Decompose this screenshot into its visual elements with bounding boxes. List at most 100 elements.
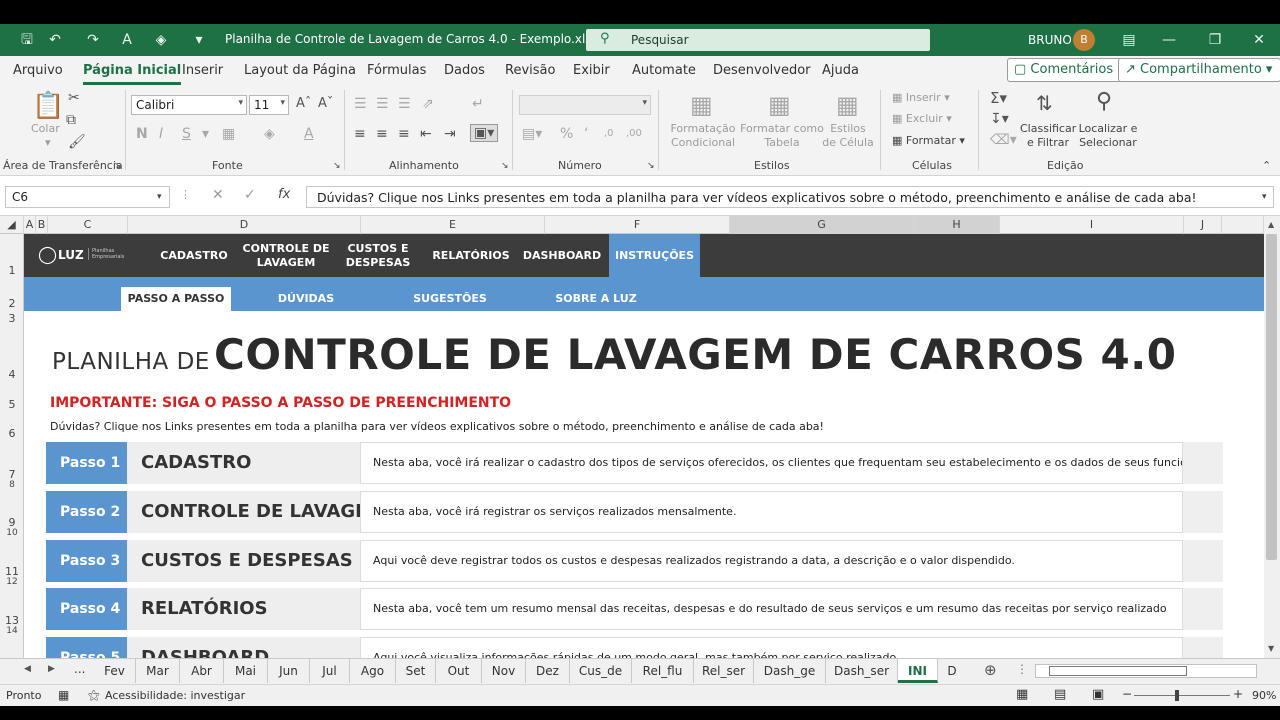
borders-icon[interactable]: ▦ bbox=[222, 126, 235, 142]
align-middle-icon[interactable]: ☰ bbox=[376, 96, 389, 112]
dialog-launcher-icon[interactable]: ↘ bbox=[114, 159, 122, 173]
decrease-decimal-icon[interactable]: ,00 bbox=[626, 126, 642, 142]
more-sheets-left[interactable]: ... bbox=[74, 662, 85, 676]
number-format-select[interactable]: ▾ bbox=[519, 95, 651, 115]
comments-button[interactable]: ▢ Comentários bbox=[1007, 58, 1123, 82]
subnav-passo-a-passo[interactable]: PASSO A PASSO bbox=[121, 287, 231, 311]
shrink-font-icon[interactable]: Aˇ bbox=[318, 96, 333, 112]
align-center-icon[interactable]: ≡ bbox=[376, 126, 388, 142]
align-bottom-icon[interactable]: ☰ bbox=[398, 96, 411, 112]
copy-icon[interactable]: ⧉ bbox=[66, 112, 76, 128]
nav-instrucoes[interactable]: INSTRUÇÕES bbox=[609, 234, 700, 277]
scroll-down-icon[interactable]: ▼ bbox=[1268, 644, 1274, 653]
expand-formula-icon[interactable]: ▾ bbox=[1262, 190, 1267, 204]
zoom-out-icon[interactable]: − bbox=[1122, 687, 1132, 701]
italic-button[interactable]: I bbox=[159, 126, 163, 142]
align-right-icon[interactable]: ≡ bbox=[398, 126, 410, 142]
customize-toolbar-icon[interactable]: ▾ bbox=[190, 31, 208, 49]
name-box[interactable]: C6 bbox=[5, 186, 170, 208]
tab-layout[interactable]: Layout da Página bbox=[244, 63, 356, 78]
column-header-g[interactable]: G bbox=[730, 216, 914, 234]
format-table-icon[interactable]: ▦ bbox=[768, 92, 791, 118]
ribbon-display-icon[interactable]: ▤ bbox=[1120, 31, 1138, 49]
nav-controle-lavagem[interactable]: CONTROLE DE LAVAGEM bbox=[238, 234, 334, 277]
chevron-down-icon[interactable]: ▾ bbox=[157, 190, 162, 204]
row-header-2[interactable]: 2 bbox=[0, 297, 24, 310]
subnav-duvidas-frequentes[interactable]: DÚVIDAS FREQUENTES bbox=[236, 287, 376, 329]
paste-icon[interactable]: 📋 bbox=[32, 92, 64, 120]
dialog-launcher-icon[interactable]: ↘ bbox=[647, 159, 655, 173]
macro-record-icon[interactable]: ▦ bbox=[58, 688, 69, 702]
row-header-1[interactable]: 1 bbox=[0, 264, 24, 277]
nav-dashboard[interactable]: DASHBOARD bbox=[520, 234, 604, 277]
cut-icon[interactable]: ✂ bbox=[68, 90, 80, 106]
select-all-corner[interactable]: ◢ bbox=[0, 216, 24, 234]
tab-pagina-inicial[interactable]: Página Inicial bbox=[83, 63, 182, 85]
nav-custos-despesas[interactable]: CUSTOS E DESPESAS bbox=[340, 234, 416, 277]
formula-input[interactable]: Dúvidas? Clique nos Links presentes em t… bbox=[306, 186, 1274, 208]
close-icon[interactable]: ✕ bbox=[1250, 31, 1268, 49]
tab-automate[interactable]: Automate bbox=[632, 63, 696, 78]
sheet-tab-cus-de[interactable]: Cus_de bbox=[570, 659, 632, 683]
wrap-text-icon[interactable]: ↵ bbox=[472, 96, 484, 112]
scroll-up-icon[interactable]: ▲ bbox=[1268, 220, 1274, 229]
step-row[interactable]: Passo 1 CADASTRO Nesta aba, você irá rea… bbox=[46, 442, 1223, 484]
cancel-entry-icon[interactable]: ✕ bbox=[212, 188, 224, 202]
tab-desenvolvedor[interactable]: Desenvolvedor bbox=[713, 63, 811, 78]
prev-sheet-icon[interactable]: ◀ bbox=[24, 664, 31, 674]
tab-ajuda[interactable]: Ajuda bbox=[822, 63, 859, 78]
sheet-tab-abr[interactable]: Abr bbox=[180, 659, 224, 683]
sheet-tab-rel-ser[interactable]: Rel_ser bbox=[694, 659, 754, 683]
currency-icon[interactable]: ▤▾ bbox=[522, 126, 542, 142]
sheet-tab-dash-ser[interactable]: Dash_ser bbox=[826, 659, 898, 683]
tab-exibir[interactable]: Exibir bbox=[573, 63, 610, 78]
confirm-entry-icon[interactable]: ✓ bbox=[244, 188, 256, 202]
sheet-tab-ago[interactable]: Ago bbox=[350, 659, 396, 683]
align-left-icon[interactable]: ≡ bbox=[354, 126, 366, 142]
sheet-tab-nov[interactable]: Nov bbox=[482, 659, 526, 683]
row-header-5[interactable]: 5 bbox=[0, 398, 24, 411]
column-header-a[interactable]: A bbox=[24, 216, 36, 234]
redo-icon[interactable]: ↷ bbox=[84, 31, 102, 49]
increase-decimal-icon[interactable]: ,0 bbox=[604, 126, 614, 142]
font-size-select[interactable]: 11 ▾ bbox=[249, 95, 289, 115]
zoom-level[interactable]: 90% bbox=[1252, 689, 1276, 702]
sheet-tab-set[interactable]: Set bbox=[396, 659, 436, 683]
sheet-tab-dash-ge[interactable]: Dash_ge bbox=[754, 659, 826, 683]
percent-icon[interactable]: % bbox=[560, 126, 573, 142]
worksheet[interactable]: ◯ LUZ Planilhas Empresariais CADASTRO CO… bbox=[24, 234, 1264, 658]
column-header-c[interactable]: C bbox=[48, 216, 128, 234]
minimize-icon[interactable]: — bbox=[1160, 31, 1178, 49]
row-header-6[interactable]: 6 bbox=[0, 427, 24, 440]
delete-cells-button[interactable]: ▦ Excluir ▾ bbox=[892, 112, 952, 126]
column-header-k[interactable]: ​ bbox=[1222, 216, 1264, 234]
format-cells-button[interactable]: ▦ Formatar ▾ bbox=[892, 134, 965, 148]
sheet-tab-d[interactable]: D bbox=[938, 659, 966, 683]
row-header-4[interactable]: 4 bbox=[0, 368, 24, 381]
sort-filter-button[interactable]: Classificar e Filtrar bbox=[1020, 122, 1076, 150]
search-box[interactable]: ⚲ Pesquisar bbox=[586, 29, 930, 51]
tab-split-handle[interactable]: ⋮ bbox=[1016, 662, 1028, 676]
sheet-tab-mai[interactable]: Mai bbox=[224, 659, 268, 683]
insert-function-button[interactable]: fx bbox=[278, 188, 290, 202]
zoom-in-icon[interactable]: + bbox=[1233, 687, 1243, 701]
format-table-button[interactable]: Formatar como Tabela bbox=[740, 122, 824, 150]
insert-cells-button[interactable]: ▦ Inserir ▾ bbox=[892, 91, 950, 105]
nav-cadastro[interactable]: CADASTRO bbox=[154, 234, 234, 277]
column-header-d[interactable]: D bbox=[128, 216, 361, 234]
user-name[interactable]: BRUNO bbox=[1028, 33, 1072, 47]
fill-color-icon[interactable]: ◈ bbox=[264, 126, 275, 142]
autosum-icon[interactable]: Σ▾ bbox=[990, 90, 1007, 106]
find-select-button[interactable]: Localizar e Selecionar bbox=[1074, 122, 1142, 150]
save-icon[interactable]: 🖫 bbox=[18, 31, 36, 49]
restore-icon[interactable]: ❐ bbox=[1206, 31, 1224, 49]
accessibility-icon[interactable]: ⚝ bbox=[88, 688, 100, 703]
comma-style-icon[interactable]: ‘ bbox=[584, 126, 588, 142]
next-sheet-icon[interactable]: ▶ bbox=[48, 664, 55, 674]
dialog-launcher-icon[interactable]: ↘ bbox=[333, 159, 341, 173]
subnav-sobre-a-luz[interactable]: SOBRE A LUZ bbox=[540, 287, 652, 311]
step-row[interactable]: Passo 4 RELATÓRIOS Nesta aba, você tem u… bbox=[46, 588, 1223, 630]
sheet-tab-jun[interactable]: Jun bbox=[268, 659, 310, 683]
sheet-tab-jul[interactable]: Jul bbox=[310, 659, 350, 683]
step-row[interactable]: Passo 5 DASHBOARD Aqui você visualiza in… bbox=[46, 637, 1223, 658]
